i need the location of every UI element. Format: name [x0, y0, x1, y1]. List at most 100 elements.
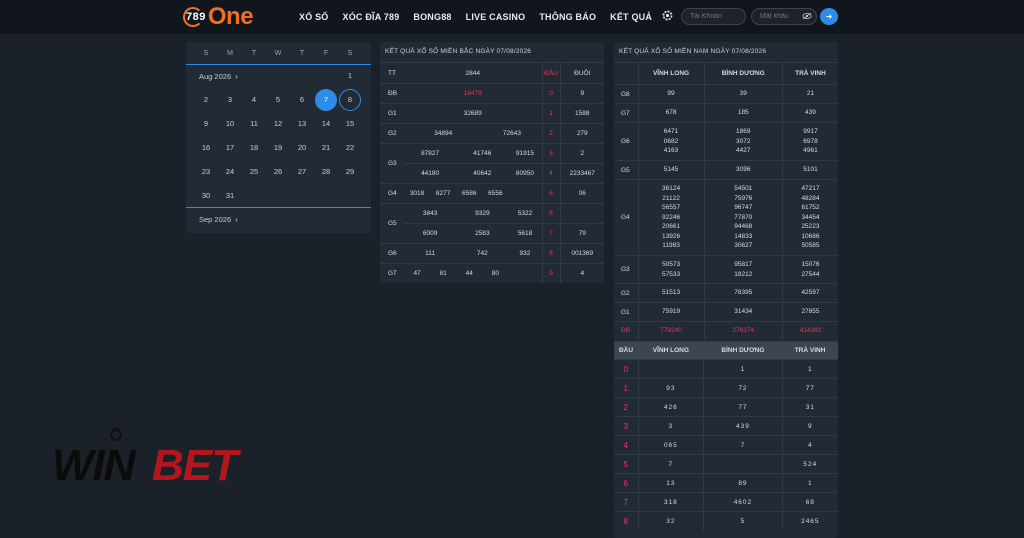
- calendar-day[interactable]: 12: [267, 113, 289, 135]
- calendar-day[interactable]: 25: [243, 161, 265, 183]
- calendar-day[interactable]: 6: [291, 89, 313, 111]
- calendar-day[interactable]: 20: [291, 137, 313, 159]
- calendar-day[interactable]: 28: [315, 161, 337, 183]
- prize-number: 0682: [663, 137, 679, 145]
- nav-bong88[interactable]: BONG88: [413, 12, 451, 22]
- prize-number: 95817: [734, 261, 753, 268]
- mien-bac-title: KẾT QUẢ XỔ SỐ MIỀN BẮC NGÀY 07/08/2026: [385, 48, 532, 55]
- calendar-day[interactable]: 2: [195, 89, 217, 111]
- chevron-right-icon: ›: [235, 215, 238, 224]
- calendar-day[interactable]: 27: [291, 161, 313, 183]
- logo[interactable]: 789 One: [183, 3, 254, 30]
- dau-values: 72: [703, 378, 783, 398]
- calendar-day[interactable]: 13: [291, 113, 313, 135]
- dau-digit: 7: [614, 492, 638, 512]
- calendar-day[interactable]: 4: [243, 89, 265, 111]
- dau-values: 2465: [781, 511, 838, 531]
- prize-number: 4427: [736, 147, 751, 155]
- dau-values: 13: [637, 473, 704, 493]
- dau-header: ĐẦU: [614, 341, 638, 360]
- dau-values: 318: [637, 492, 704, 512]
- prize-number: 276374: [732, 327, 755, 334]
- prize-number: 10686: [801, 232, 820, 240]
- prize-number: 21122: [662, 194, 680, 202]
- prize-number: 50573: [661, 261, 681, 268]
- calendar-day[interactable]: 9: [195, 113, 217, 135]
- calendar-day[interactable]: 15: [339, 113, 361, 135]
- province-header: VĨNH LONG: [637, 62, 705, 85]
- prize-number: 5322: [508, 203, 542, 224]
- calendar-day[interactable]: 17: [219, 137, 241, 159]
- dau-digit: 9: [541, 263, 560, 284]
- province-header: TRÀ VINH: [782, 341, 838, 360]
- calendar-day[interactable]: 14: [315, 113, 337, 135]
- calendar-day[interactable]: 26: [267, 161, 289, 183]
- calendar-day[interactable]: 22: [339, 137, 361, 159]
- eye-off-icon[interactable]: [802, 12, 812, 20]
- prize-number: 439: [805, 109, 816, 117]
- prize-number: 50585: [801, 242, 820, 250]
- calendar-day[interactable]: 21: [315, 137, 337, 159]
- prize-number: 80950: [508, 163, 542, 184]
- dau-values: 3: [637, 416, 704, 436]
- dau-digit: 5: [614, 454, 638, 474]
- prize-label: G2: [380, 123, 404, 144]
- next-month-button[interactable]: Sep 2026 ›: [199, 215, 238, 224]
- nav-ket-qua[interactable]: KẾT QUẢ: [610, 12, 652, 22]
- dau-values: 4: [781, 435, 838, 455]
- calendar-day[interactable]: 18: [243, 137, 265, 159]
- col-header-tt: TT: [380, 62, 404, 84]
- calendar-day[interactable]: 16: [195, 137, 217, 159]
- nav-thong-bao[interactable]: THÔNG BÁO: [539, 12, 596, 22]
- calendar-day[interactable]: 8: [339, 89, 361, 111]
- nav-xoc-dia[interactable]: XÓC ĐĨA 789: [343, 12, 400, 22]
- calendar-day[interactable]: 7: [315, 89, 337, 111]
- province-header: BÌNH DƯƠNG: [703, 62, 783, 85]
- dau-values: 93: [637, 378, 704, 398]
- calendar-empty-cell: [243, 65, 265, 87]
- prize-number: 30627: [734, 242, 753, 250]
- prize-number: 21: [806, 90, 815, 98]
- username-input[interactable]: [681, 8, 746, 25]
- calendar-day[interactable]: 19: [267, 137, 289, 159]
- prize-number: 92246: [661, 213, 681, 221]
- prize-label: G3: [614, 255, 638, 284]
- calendar-empty-cell: [315, 65, 337, 87]
- duoi-digits: 2: [559, 143, 604, 164]
- dau-values: 1: [703, 359, 783, 379]
- mien-bac-results: KẾT QUẢ XỔ SỐ MIỀN BẮC NGÀY 07/08/2026 T…: [380, 42, 604, 284]
- calendar-day[interactable]: 1: [339, 65, 361, 87]
- calendar-day[interactable]: 30: [195, 185, 217, 207]
- nav-xo-so[interactable]: XỔ SỐ: [299, 12, 329, 22]
- prize-number: 4163: [663, 147, 679, 155]
- login-button[interactable]: ➜: [820, 8, 838, 25]
- calendar-day[interactable]: 23: [195, 161, 217, 183]
- prize-number: 75919: [661, 308, 681, 316]
- winbet-logo: WIN BET: [52, 428, 242, 488]
- gear-icon[interactable]: [661, 9, 674, 22]
- calendar-day[interactable]: 5: [267, 89, 289, 111]
- main-nav: XỔ SỐ XÓC ĐĨA 789 BONG88 LIVE CASINO THÔ…: [299, 0, 666, 34]
- prize-number: 31434: [734, 308, 753, 316]
- calendar-day[interactable]: 29: [339, 161, 361, 183]
- calendar-day[interactable]: 10: [219, 113, 241, 135]
- prize-label: G6: [380, 243, 404, 264]
- calendar-day[interactable]: 31: [219, 185, 241, 207]
- dau-digit: 6: [541, 203, 560, 224]
- weekday-label: S: [347, 50, 353, 57]
- nav-live-casino[interactable]: LIVE CASINO: [466, 12, 526, 22]
- calendar-day[interactable]: 24: [219, 161, 241, 183]
- logo-word: One: [207, 3, 254, 30]
- prize-number: 25223: [801, 223, 820, 231]
- prize-number: 54501: [734, 185, 753, 193]
- calendar-empty-cell: [267, 65, 289, 87]
- prize-number: 9917: [803, 128, 818, 136]
- calendar-day[interactable]: 11: [243, 113, 265, 135]
- calendar-day[interactable]: 3: [219, 89, 241, 111]
- dau-digit: 8: [614, 511, 638, 531]
- dau-digit: 0: [541, 83, 560, 104]
- prize-label: G7: [614, 103, 638, 123]
- svg-text:WIN: WIN: [52, 441, 137, 488]
- dau-values: 4602: [703, 492, 783, 512]
- dau-digit: 6: [614, 473, 638, 493]
